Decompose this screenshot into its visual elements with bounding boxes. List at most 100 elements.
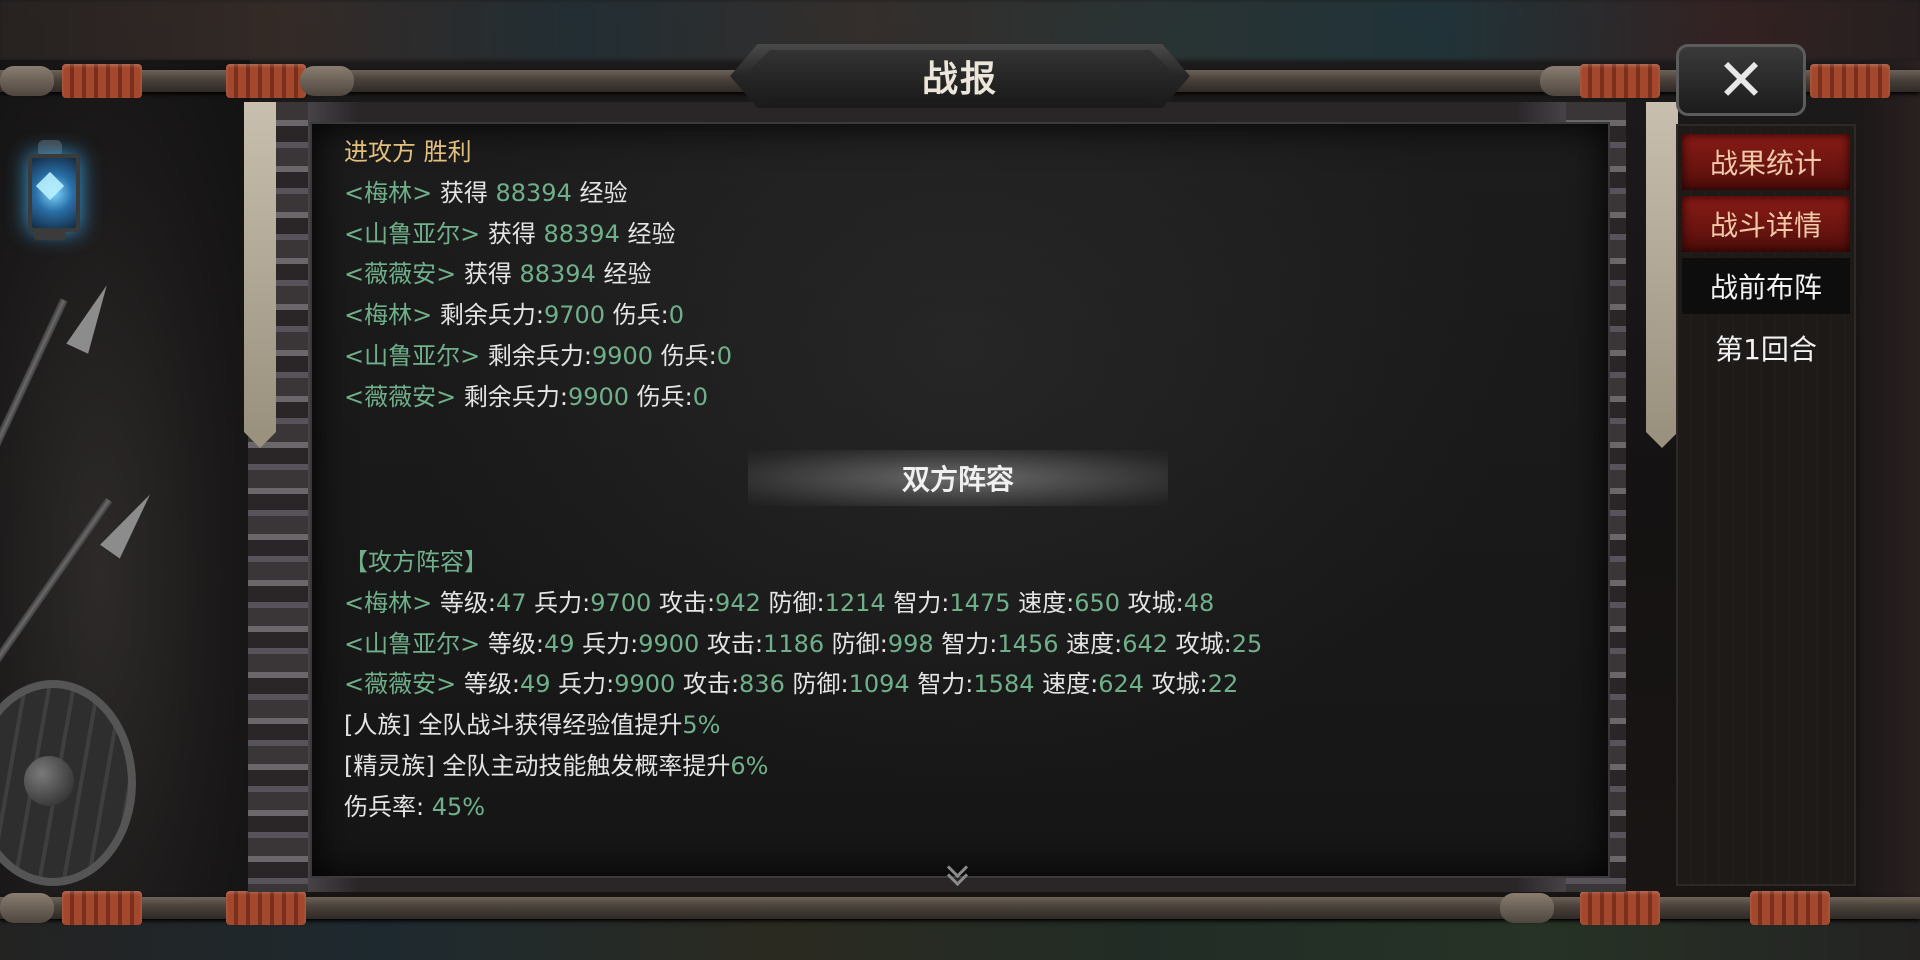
attack-lineup-header: 【攻方阵容】 [344,548,488,576]
remain-label: 剩余兵力: [487,341,592,370]
attack-value: 1186 [763,629,825,658]
intelligence-value: 1584 [973,670,1035,699]
troop-value: 9700 [590,588,652,617]
siege-value: 22 [1207,670,1239,699]
hero-name: <薇薇安> [344,670,457,699]
beam-wrap [1580,891,1660,925]
wound-value: 0 [716,341,733,370]
buff-line: [人族] 全队战斗获得经验值提升5% [344,705,1262,746]
wound-label: 伤兵: [636,382,693,411]
troop-line: <山鲁亚尔> 剩余兵力:9900 伤兵:0 [344,336,732,377]
hero-name: <梅林> [344,588,433,617]
intelligence-label: 智力: [893,588,950,617]
level-value: 47 [495,588,527,617]
lineup-row: <薇薇安> 等级:49 兵力:9900 攻击:836 防御:1094 智力:15… [344,664,1262,705]
remain-value: 9900 [591,341,654,370]
wound-value: 0 [668,301,685,330]
buff-value: 6% [730,751,769,780]
buff-line: [精灵族] 全队主动技能触发概率提升6% [344,746,1262,787]
exp-amount: 88394 [495,178,572,207]
lineup-row: <梅林> 等级:47 兵力:9700 攻击:942 防御:1214 智力:147… [344,583,1262,624]
remain-label: 剩余兵力: [439,301,544,330]
defense-value: 1094 [848,670,910,699]
attack-label: 攻击: [706,629,764,658]
battle-log: 进攻方 胜利 <梅林> 获得 88394 经验 <山鲁亚尔> 获得 88394 … [344,132,732,418]
wound-label: 伤兵: [612,301,669,330]
troop-label: 兵力: [534,588,591,617]
hero-name: <梅林> [344,178,433,207]
exp-unit: 经验 [579,178,628,207]
exp-line: <梅林> 获得 88394 经验 [344,173,732,214]
attack-label: 攻击: [682,670,740,699]
intelligence-value: 1475 [949,588,1011,617]
result-side: 进攻方 [344,138,416,166]
speed-label: 速度: [1018,588,1075,617]
exp-unit: 经验 [603,260,652,289]
lineup-row: <山鲁亚尔> 等级:49 兵力:9900 攻击:1186 防御:998 智力:1… [344,624,1262,665]
rune-banner-left [244,102,276,448]
casualty-value: 45% [431,792,486,821]
hero-name: <梅林> [344,301,433,330]
exp-amount: 88394 [519,260,596,289]
wound-value: 0 [692,382,709,411]
defense-label: 防御: [768,588,825,617]
troop-value: 9900 [614,670,676,699]
hero-name: <山鲁亚尔> [344,629,481,658]
level-label: 等级: [487,629,544,658]
tab-round-1[interactable]: 第1回合 [1682,320,1850,376]
hero-name: <薇薇安> [344,260,457,289]
side-tab-bar: 战果统计 战斗详情 战前布阵 第1回合 [1676,124,1856,886]
intelligence-label: 智力: [941,629,998,658]
section-title: 双方阵容 [748,450,1168,506]
exp-verb: 获得 [463,260,512,289]
attack-label: 攻击: [658,588,716,617]
buff-value: 5% [682,711,721,740]
troop-value: 9900 [638,629,700,658]
scroll-down-icon[interactable] [946,862,972,884]
beam-wrap [226,64,306,98]
level-value: 49 [543,629,575,658]
siege-label: 攻城: [1151,670,1208,699]
exp-line: <薇薇安> 获得 88394 经验 [344,254,732,295]
speed-label: 速度: [1042,670,1099,699]
attack-value: 942 [715,588,761,617]
intelligence-value: 1456 [997,629,1059,658]
blurred-hud-bottom [0,920,1920,960]
close-icon: ✕ [1716,46,1766,114]
buff-text: [精灵族] 全队主动技能触发概率提升 [344,751,731,780]
result-line: 进攻方 胜利 [344,132,732,173]
beam-cap [0,893,54,923]
close-button[interactable]: ✕ [1676,44,1806,116]
beam-cap [300,66,354,96]
tab-pre-battle-lineup[interactable]: 战前布阵 [1682,258,1850,314]
casualty-line: 伤兵率: 45% [344,787,1262,828]
lineup-log: 【攻方阵容】 <梅林> 等级:47 兵力:9700 攻击:942 防御:1214… [344,542,1262,828]
speed-value: 624 [1098,670,1145,699]
speed-label: 速度: [1066,629,1123,658]
beam-cap [0,66,54,96]
remain-value: 9700 [543,301,606,330]
remain-value: 9900 [567,382,630,411]
beam-cap [1500,893,1554,923]
exp-verb: 获得 [439,178,488,207]
tab-battle-details[interactable]: 战斗详情 [1682,196,1850,252]
lantern-icon [22,140,80,260]
siege-value: 48 [1183,588,1215,617]
intelligence-label: 智力: [917,670,974,699]
exp-amount: 88394 [543,219,620,248]
beam-wrap [62,64,142,98]
siege-value: 25 [1231,629,1263,658]
troop-line: <梅林> 剩余兵力:9700 伤兵:0 [344,295,732,336]
speed-value: 642 [1122,629,1169,658]
result-outcome: 胜利 [423,138,472,166]
level-label: 等级: [439,588,496,617]
troop-label: 兵力: [558,670,615,699]
tab-battle-stats[interactable]: 战果统计 [1682,134,1850,190]
speed-value: 650 [1074,588,1121,617]
right-decoration [1860,60,1920,920]
window-title: 战报 [744,50,1176,102]
remain-label: 剩余兵力: [463,382,568,411]
troop-label: 兵力: [582,629,639,658]
beam-wrap [226,891,306,925]
siege-label: 攻城: [1175,629,1232,658]
